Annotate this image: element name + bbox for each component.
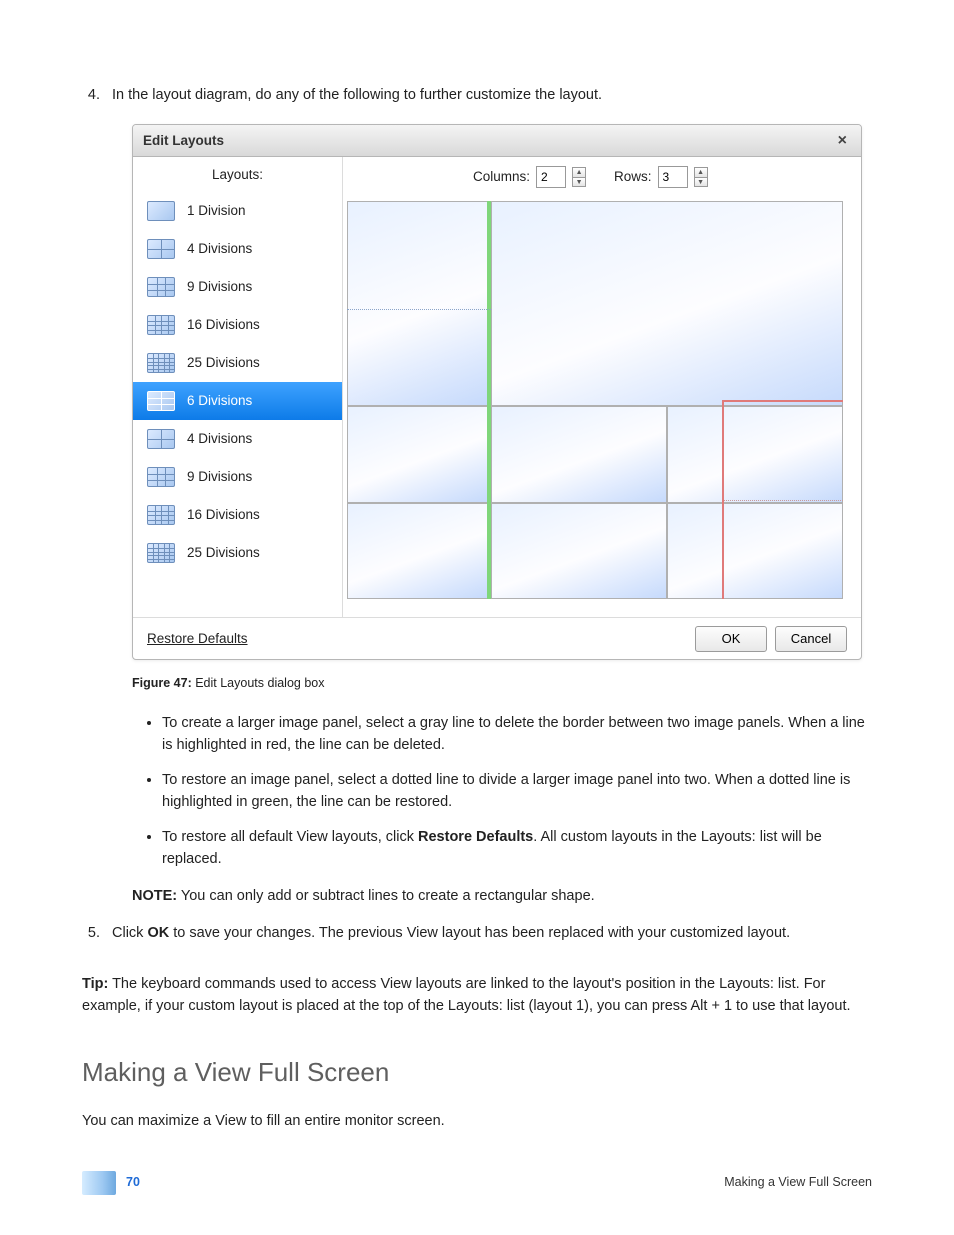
layout-item-label: 16 Divisions (187, 505, 260, 526)
chevron-down-icon[interactable]: ▼ (694, 177, 708, 187)
layout-item-label: 16 Divisions (187, 315, 260, 336)
dialog-title: Edit Layouts (143, 131, 224, 152)
chevron-up-icon[interactable]: ▲ (694, 167, 708, 177)
layout-icon-9 (147, 277, 175, 297)
layouts-list: 1 Division 4 Divisions (133, 192, 342, 617)
note-text: You can only add or subtract lines to cr… (177, 888, 595, 904)
layout-icon-4b (147, 429, 175, 449)
page-number: 70 (126, 1173, 140, 1192)
figure-caption: Figure 47: Edit Layouts dialog box (132, 674, 872, 693)
layout-icon-25 (147, 353, 175, 373)
columns-input[interactable] (536, 166, 566, 188)
layout-item-label: 25 Divisions (187, 543, 260, 564)
footer-section-name: Making a View Full Screen (724, 1173, 872, 1192)
dotted-divider-line[interactable] (347, 309, 491, 310)
layout-item-16-divisions[interactable]: 16 Divisions (133, 306, 342, 344)
page-decoration-icon (82, 1171, 116, 1195)
layout-item-4-divisions-b[interactable]: 4 Divisions (133, 420, 342, 458)
layout-item-label: 1 Division (187, 201, 246, 222)
columns-label: Columns: (473, 167, 530, 188)
layout-icon-16 (147, 315, 175, 335)
layout-item-label: 6 Divisions (187, 391, 252, 412)
section-body: You can maximize a View to fill an entir… (82, 1110, 872, 1132)
layout-icon-1 (147, 201, 175, 221)
layout-item-9-divisions-b[interactable]: 9 Divisions (133, 458, 342, 496)
bullet-delete-line: To create a larger image panel, select a… (162, 712, 872, 757)
rows-label: Rows: (614, 167, 652, 188)
figure-text: Edit Layouts dialog box (192, 676, 325, 690)
layout-item-25-divisions[interactable]: 25 Divisions (133, 344, 342, 382)
note-label: NOTE: (132, 888, 177, 904)
rows-input[interactable] (658, 166, 688, 188)
layout-item-1-division[interactable]: 1 Division (133, 192, 342, 230)
layout-icon-16b (147, 505, 175, 525)
layout-preview[interactable] (347, 201, 843, 599)
rows-spinner[interactable]: ▲ ▼ (694, 167, 708, 187)
layout-item-6-divisions[interactable]: 6 Divisions (133, 382, 342, 420)
layout-item-label: 9 Divisions (187, 467, 252, 488)
tip-label: Tip: (82, 976, 108, 992)
chevron-down-icon[interactable]: ▼ (572, 177, 586, 187)
tip-paragraph: Tip: The keyboard commands used to acces… (82, 973, 872, 1018)
layouts-sidebar: Layouts: 1 Division (133, 157, 343, 617)
page-footer: 70 Making a View Full Screen (82, 1171, 872, 1195)
cancel-button[interactable]: Cancel (775, 626, 847, 652)
layout-item-label: 9 Divisions (187, 277, 252, 298)
layout-item-16-divisions-b[interactable]: 16 Divisions (133, 496, 342, 534)
chevron-up-icon[interactable]: ▲ (572, 167, 586, 177)
layout-icon-25b (147, 543, 175, 563)
step-4-text: In the layout diagram, do any of the fol… (104, 84, 872, 106)
dotted-divider-line-right[interactable] (724, 500, 843, 501)
grid-controls: Columns: ▲ ▼ Rows: ▲ (343, 157, 861, 197)
layout-item-label: 4 Divisions (187, 429, 252, 450)
layout-item-25-divisions-b[interactable]: 25 Divisions (133, 534, 342, 572)
layout-icon-4 (147, 239, 175, 259)
bullet-restore-defaults: To restore all default View layouts, cli… (162, 826, 872, 871)
layout-item-9-divisions[interactable]: 9 Divisions (133, 268, 342, 306)
dialog-titlebar: Edit Layouts × (133, 125, 861, 157)
layouts-header: Layouts: (133, 157, 342, 192)
section-heading: Making a View Full Screen (82, 1052, 872, 1092)
ok-button[interactable]: OK (695, 626, 767, 652)
layout-item-label: 4 Divisions (187, 239, 252, 260)
columns-spinner[interactable]: ▲ ▼ (572, 167, 586, 187)
layout-icon-9b (147, 467, 175, 487)
note-paragraph: NOTE: You can only add or subtract lines… (132, 885, 872, 907)
tip-text: The keyboard commands used to access Vie… (82, 976, 851, 1014)
close-icon[interactable]: × (834, 129, 851, 154)
restore-defaults-link[interactable]: Restore Defaults (147, 629, 248, 650)
layout-icon-6 (147, 391, 175, 411)
edit-layouts-dialog: Edit Layouts × Layouts: 1 Division (132, 124, 862, 660)
red-divider-line-h[interactable] (724, 400, 843, 402)
figure-label: Figure 47: (132, 676, 192, 690)
bullet-restore-line: To restore an image panel, select a dott… (162, 769, 872, 814)
layout-item-label: 25 Divisions (187, 353, 260, 374)
layout-item-4-divisions[interactable]: 4 Divisions (133, 230, 342, 268)
step-5-text: Click OK to save your changes. The previ… (104, 922, 872, 944)
dialog-footer: Restore Defaults OK Cancel (133, 617, 861, 659)
